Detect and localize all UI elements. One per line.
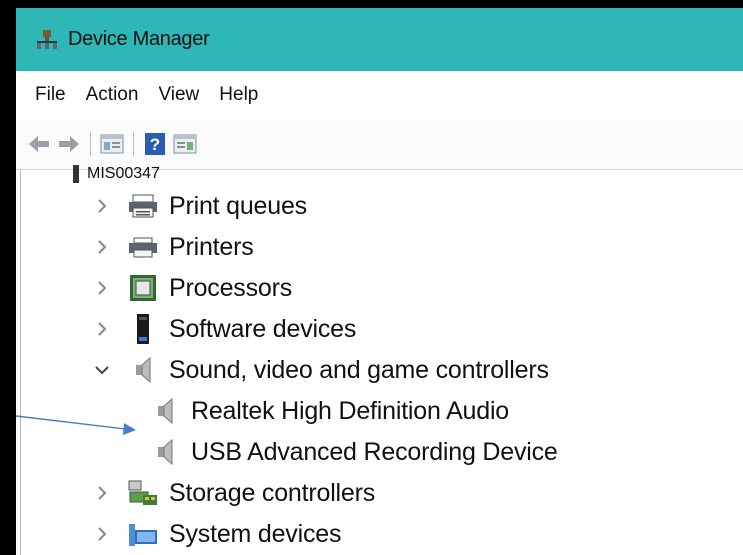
annotation-arrow [16, 415, 136, 435]
properties-pane-icon [100, 134, 124, 154]
action-pane-icon [173, 134, 197, 154]
computer-name: MIS00347 [87, 165, 160, 182]
title-bar[interactable]: Device Manager [16, 8, 743, 71]
printer-icon [127, 232, 159, 262]
speaker-icon [127, 355, 159, 385]
help-icon: ? [145, 133, 165, 155]
expand-chevron-icon[interactable] [91, 195, 113, 217]
properties-button[interactable] [99, 131, 125, 157]
back-button[interactable] [26, 131, 52, 157]
system-device-icon [127, 519, 159, 549]
expand-chevron-icon[interactable] [91, 523, 113, 545]
help-button[interactable]: ? [142, 131, 168, 157]
action-pane-button[interactable] [172, 131, 198, 157]
device-manager-app-icon [37, 29, 57, 49]
tree-item-sound-video-game-controllers[interactable]: Sound, video and game controllers [91, 352, 549, 388]
tree-root-computer[interactable]: MIS00347 [69, 162, 160, 186]
tree-item-storage-controllers[interactable]: Storage controllers [91, 475, 375, 511]
speaker-icon [149, 437, 181, 467]
toolbar-separator [90, 132, 91, 156]
expand-chevron-icon[interactable] [91, 277, 113, 299]
collapse-chevron-icon[interactable] [91, 359, 113, 381]
window-title: Device Manager [68, 28, 210, 50]
computer-icon [73, 165, 79, 183]
forward-arrow-icon [59, 136, 79, 152]
tree-item-label: Processors [169, 273, 293, 302]
tree-item-realtek-high-definition-audio[interactable]: Realtek High Definition Audio [135, 393, 509, 429]
storage-controller-icon [127, 478, 159, 508]
tree-item-label: Software devices [169, 314, 357, 343]
tree-item-printers[interactable]: Printers [91, 229, 254, 265]
tree-item-software-devices[interactable]: Software devices [91, 311, 356, 347]
menu-file[interactable]: File [35, 82, 66, 108]
device-tree[interactable]: MIS00347 Print queues Printers Processor… [20, 165, 743, 555]
tree-item-label: Realtek High Definition Audio [191, 396, 510, 425]
tree-item-label: Printers [169, 232, 254, 261]
forward-button[interactable] [56, 131, 82, 157]
menu-help[interactable]: Help [219, 82, 258, 108]
speaker-icon [149, 396, 181, 426]
tree-item-label: System devices [169, 519, 342, 548]
software-device-icon [127, 314, 159, 344]
menu-view[interactable]: View [158, 82, 199, 108]
tree-item-label: Print queues [169, 191, 307, 220]
tree-item-label: Sound, video and game controllers [169, 355, 549, 384]
processor-icon [127, 273, 159, 303]
device-manager-window: Device Manager File Action View Help ? M… [0, 0, 743, 555]
toolbar-separator [133, 132, 134, 156]
expand-chevron-icon[interactable] [91, 236, 113, 258]
print-queue-icon [127, 191, 159, 221]
tree-item-label: Storage controllers [169, 478, 376, 507]
menu-bar: File Action View Help [16, 71, 743, 119]
tree-item-usb-advanced-recording-device[interactable]: USB Advanced Recording Device [135, 434, 558, 470]
tree-item-print-queues[interactable]: Print queues [91, 188, 307, 224]
svg-text:?: ? [150, 135, 160, 154]
menu-action[interactable]: Action [86, 82, 139, 108]
tree-item-system-devices[interactable]: System devices [91, 516, 341, 552]
expand-chevron-icon[interactable] [91, 318, 113, 340]
back-arrow-icon [29, 136, 49, 152]
tree-item-processors[interactable]: Processors [91, 270, 292, 306]
expand-chevron-icon[interactable] [91, 482, 113, 504]
tree-item-label: USB Advanced Recording Device [191, 437, 558, 466]
